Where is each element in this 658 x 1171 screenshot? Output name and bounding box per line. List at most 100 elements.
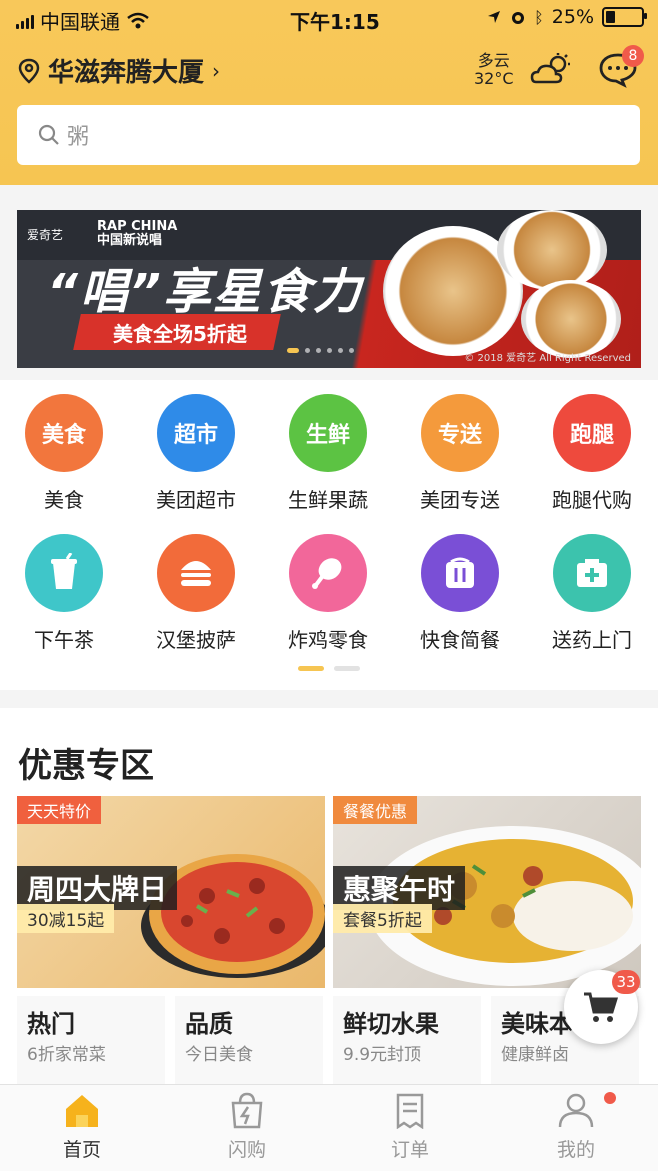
section-title: 优惠专区	[18, 746, 154, 786]
clock: 下午1:15	[290, 10, 380, 34]
category-label: 美团专送	[420, 488, 500, 512]
tile-title: 鲜切水果	[343, 1010, 439, 1038]
status-bar: 中国联通 下午1:15 ᛒ 25%	[0, 0, 658, 36]
order-list-icon	[396, 1093, 424, 1130]
banner-dot[interactable]	[338, 348, 343, 353]
tile-title: 品质	[185, 1010, 233, 1038]
banner-dot[interactable]	[327, 348, 332, 353]
category-fast-food[interactable]: 快食简餐	[400, 520, 520, 653]
promo-tag: 餐餐优惠	[333, 796, 418, 824]
shopping-cart-icon	[584, 992, 619, 1022]
tile-subtitle: 健康鲜卤	[501, 1045, 569, 1065]
category-afternoon-tea[interactable]: 下午茶	[4, 520, 124, 653]
tab-label: 订单	[390, 1139, 429, 1161]
category-page-indicator-active[interactable]	[298, 666, 324, 671]
category-label: 跑腿代购	[552, 488, 632, 512]
category-label: 炸鸡零食	[288, 628, 368, 652]
location-arrow-icon	[488, 11, 501, 23]
tile-subtitle: 6折家常菜	[27, 1045, 106, 1065]
user-icon	[558, 1093, 594, 1128]
location-selector[interactable]: 华滋奔腾大厦 ›	[18, 52, 220, 89]
food-icon: 美食	[25, 394, 103, 472]
partly-cloudy-icon	[530, 53, 570, 84]
weather-info[interactable]: 多云 32°C	[474, 52, 514, 88]
tile-title: 热门	[27, 1010, 75, 1038]
category-burger-pizza[interactable]: 汉堡披萨	[136, 520, 256, 653]
medicine-box-icon	[553, 534, 631, 612]
tile-fresh-fruit[interactable]: 鲜切水果 9.9元封顶	[333, 996, 481, 1088]
search-icon	[38, 124, 59, 145]
bluetooth-icon: ᛒ	[534, 7, 544, 27]
category-fried-chicken[interactable]: 炸鸡零食	[268, 520, 388, 653]
category-label: 美团超市	[156, 488, 236, 512]
banner-pagination	[287, 348, 354, 353]
shopping-bag-icon	[231, 1092, 263, 1129]
alarm-icon	[512, 12, 525, 24]
promo-card-lunch-deal[interactable]: 餐餐优惠 惠聚午时 套餐5折起	[333, 796, 641, 988]
carrier-label: 中国联通	[40, 10, 120, 34]
chevron-right-icon: ›	[212, 58, 221, 83]
promo-card-daily-deal[interactable]: 天天特价 周四大牌日 30减15起	[17, 796, 325, 988]
tile-quality[interactable]: 品质 今日美食	[175, 996, 323, 1088]
promo-tag: 天天特价	[17, 796, 102, 824]
chicken-dish-image	[497, 210, 607, 290]
burger-icon	[157, 534, 235, 612]
tile-subtitle: 9.9元封顶	[343, 1045, 422, 1065]
category-medicine[interactable]: 送药上门	[532, 520, 652, 653]
promo-banner[interactable]: 爱奇艺 RAP CHINA 中国新说唱 “唱”享星食力 美食全场5折起 © 201…	[17, 210, 641, 368]
category-fresh[interactable]: 生鲜 生鲜果蔬	[268, 380, 388, 513]
category-page-indicator[interactable]	[334, 666, 360, 671]
home-icon	[66, 1095, 98, 1127]
location-pin-icon	[18, 58, 40, 84]
banner-copyright: © 2018 爱奇艺 All Right Reserved	[464, 353, 631, 364]
banner-dot[interactable]	[316, 348, 321, 353]
tab-flash-buy[interactable]: 闪购	[197, 1091, 297, 1162]
category-errand[interactable]: 跑腿 跑腿代购	[532, 380, 652, 513]
category-food[interactable]: 美食 美食	[4, 380, 124, 513]
notification-dot	[604, 1092, 616, 1104]
category-supermarket[interactable]: 超市 美团超市	[136, 380, 256, 513]
category-label: 美食	[44, 488, 84, 512]
banner-dot[interactable]	[305, 348, 310, 353]
weather-desc: 多云	[477, 51, 510, 70]
category-grid: 美食 美食 超市 美团超市 生鲜 生鲜果蔬 专送 美团专送 跑腿 跑腿代购 下午…	[0, 380, 658, 690]
banner-slogan: “唱”享星食力	[47, 264, 363, 320]
category-label: 汉堡披萨	[156, 628, 236, 652]
drink-cup-icon	[25, 534, 103, 612]
tile-title: 美味本	[501, 1010, 573, 1038]
tile-subtitle: 今日美食	[185, 1045, 253, 1065]
battery-icon	[602, 7, 647, 27]
tab-label: 闪购	[227, 1139, 266, 1161]
tab-label: 首页	[62, 1139, 101, 1161]
banner-dot[interactable]	[349, 348, 354, 353]
category-delivery[interactable]: 专送 美团专送	[400, 380, 520, 513]
signal-icon	[16, 13, 34, 29]
location-name: 华滋奔腾大厦	[48, 58, 205, 88]
category-label: 快食简餐	[420, 628, 500, 652]
fresh-produce-icon: 生鲜	[289, 394, 367, 472]
iqiyi-logo: 爱奇艺	[27, 228, 64, 242]
errand-icon: 跑腿	[553, 394, 631, 472]
tile-hot[interactable]: 热门 6折家常菜	[17, 996, 165, 1088]
promo-tiles: 热门 6折家常菜 品质 今日美食 鲜切水果 9.9元封顶 美味本 健康鲜卤	[0, 996, 658, 1088]
search-placeholder: 粥	[67, 125, 90, 150]
banner-dot[interactable]	[287, 348, 299, 353]
rapchina-logo: RAP CHINA 中国新说唱	[97, 219, 178, 248]
cart-badge: 33	[612, 970, 640, 994]
bento-icon	[421, 534, 499, 612]
battery-percent: 25%	[551, 6, 594, 28]
message-badge: 8	[622, 45, 644, 67]
banner-subtitle: 美食全场5折起	[113, 322, 247, 346]
tab-home[interactable]: 首页	[32, 1091, 132, 1162]
tab-bar: 首页 闪购 订单 我的	[0, 1084, 658, 1171]
delivery-icon: 专送	[421, 394, 499, 472]
category-label: 生鲜果蔬	[288, 488, 368, 512]
category-label: 送药上门	[552, 628, 632, 652]
supermarket-icon: 超市	[157, 394, 235, 472]
tab-orders[interactable]: 订单	[360, 1091, 460, 1162]
promo-subtitle: 套餐5折起	[333, 904, 432, 933]
chicken-leg-icon	[289, 534, 367, 612]
search-input[interactable]: 粥	[17, 105, 640, 165]
promo-subtitle: 30减15起	[17, 904, 115, 933]
weather-temp: 32°C	[474, 69, 514, 88]
